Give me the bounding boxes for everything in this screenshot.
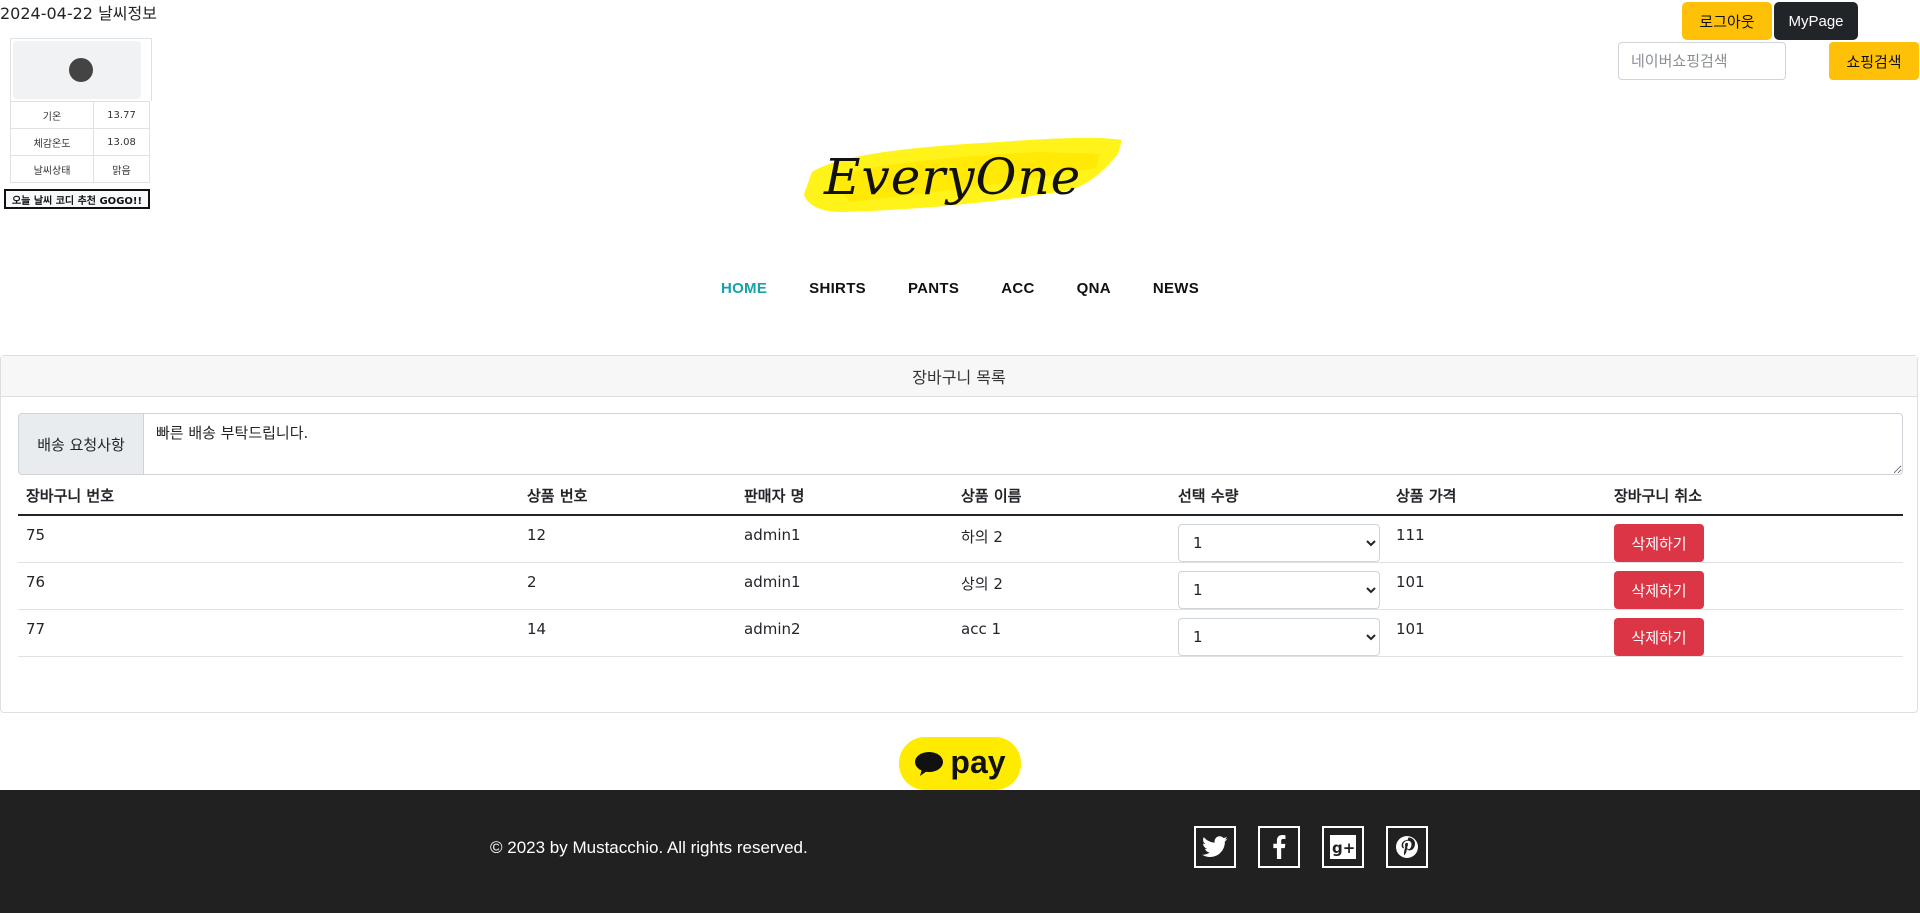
quantity-select[interactable]: 1: [1178, 571, 1380, 609]
delivery-request-group: 배송 요청사항 빠른 배송 부탁드립니다.: [18, 413, 1903, 475]
weather-value: 맑음: [93, 155, 150, 183]
seller-name: admin1: [736, 515, 953, 563]
quantity-cell: 1: [1170, 609, 1388, 657]
cart-table-header: 장바구니 번호 상품 번호 판매자 명 상품 이름 선택 수량 상품 가격 장바…: [18, 481, 1903, 516]
weather-label: 날씨상태: [10, 155, 94, 183]
weather-value: 13.08: [93, 128, 150, 156]
product-name: acc 1: [953, 609, 1170, 657]
product-price: 111: [1388, 515, 1606, 563]
weather-table: 기온 13.77 체감온도 13.08 날씨상태 맑음: [10, 101, 150, 183]
delete-cell: 삭제하기: [1606, 609, 1903, 657]
table-row: 76 2 admin1 상의 2 1 101 삭제하기: [18, 562, 1903, 610]
cart-no: 77: [18, 609, 519, 657]
svg-text:g+: g+: [1332, 839, 1355, 857]
product-no: 2: [519, 562, 736, 610]
logo-text: EveryOne: [823, 148, 1081, 206]
col-quantity: 선택 수량: [1170, 481, 1388, 516]
seller-name: admin2: [736, 609, 953, 657]
quantity-select[interactable]: 1: [1178, 524, 1380, 562]
weather-icon-cell: [10, 38, 152, 101]
delete-cell: 삭제하기: [1606, 562, 1903, 610]
mypage-button[interactable]: MyPage: [1774, 2, 1858, 40]
weather-label: 기온: [10, 101, 94, 129]
weather-label: 체감온도: [10, 128, 94, 156]
logo-graphic: EveryOne: [804, 137, 1122, 212]
weather-value: 13.77: [93, 101, 150, 129]
weather-widget: 기온 13.77 체감온도 13.08 날씨상태 맑음: [10, 38, 152, 183]
product-price: 101: [1388, 609, 1606, 657]
weather-row-feels: 체감온도 13.08: [10, 128, 150, 156]
delivery-request-textarea[interactable]: 빠른 배송 부탁드립니다.: [144, 413, 1903, 475]
kakao-pay-button[interactable]: pay: [899, 737, 1021, 790]
nav-acc[interactable]: ACC: [980, 280, 1055, 297]
table-row: 77 14 admin2 acc 1 1 101 삭제하기: [18, 609, 1903, 657]
weather-status-icon: [69, 58, 93, 82]
coordi-recommend-button[interactable]: 오늘 날씨 코디 추천 GOGO!!: [4, 189, 150, 209]
product-name: 상의 2: [953, 562, 1170, 610]
copyright-text: © 2023 by Mustacchio. All rights reserve…: [490, 838, 808, 857]
col-product-name: 상품 이름: [953, 481, 1170, 516]
cart-table: 장바구니 번호 상품 번호 판매자 명 상품 이름 선택 수량 상품 가격 장바…: [18, 481, 1903, 657]
delete-button[interactable]: 삭제하기: [1614, 571, 1704, 609]
footer: © 2023 by Mustacchio. All rights reserve…: [0, 790, 1920, 913]
cart-title: 장바구니 목록: [1, 356, 1917, 397]
delete-cell: 삭제하기: [1606, 515, 1903, 563]
main-nav: HOME SHIRTS PANTS ACC QNA NEWS: [0, 280, 1920, 297]
weather-title: 2024-04-22 날씨정보: [0, 4, 157, 23]
shopping-search-input[interactable]: [1618, 42, 1786, 80]
product-no: 12: [519, 515, 736, 563]
col-product-no: 상품 번호: [519, 481, 736, 516]
quantity-select[interactable]: 1: [1178, 618, 1380, 656]
nav-pants[interactable]: PANTS: [887, 280, 980, 297]
cart-card: 장바구니 목록 배송 요청사항 빠른 배송 부탁드립니다. 장바구니 번호 상품…: [0, 355, 1918, 713]
delete-button[interactable]: 삭제하기: [1614, 618, 1704, 656]
logo[interactable]: EveryOne: [800, 132, 1125, 216]
cart-no: 76: [18, 562, 519, 610]
cart-no: 75: [18, 515, 519, 563]
nav-home[interactable]: HOME: [700, 280, 788, 297]
delete-button[interactable]: 삭제하기: [1614, 524, 1704, 562]
google-plus-icon[interactable]: g+: [1322, 826, 1364, 868]
quantity-cell: 1: [1170, 515, 1388, 563]
nav-shirts[interactable]: SHIRTS: [788, 280, 887, 297]
table-row: 75 12 admin1 하의 2 1 111 삭제하기: [18, 515, 1903, 563]
logout-button[interactable]: 로그아웃: [1682, 2, 1772, 40]
speech-bubble-icon: [915, 751, 944, 776]
product-no: 14: [519, 609, 736, 657]
weather-row-status: 날씨상태 맑음: [10, 155, 150, 183]
nav-news[interactable]: NEWS: [1132, 280, 1220, 297]
col-cart-no: 장바구니 번호: [18, 481, 519, 516]
pay-label: pay: [950, 743, 1006, 780]
nav-qna[interactable]: QNA: [1056, 280, 1132, 297]
col-seller: 판매자 명: [736, 481, 953, 516]
weather-row-temp: 기온 13.77: [10, 101, 150, 129]
pinterest-icon[interactable]: [1386, 826, 1428, 868]
product-price: 101: [1388, 562, 1606, 610]
col-price: 상품 가격: [1388, 481, 1606, 516]
delivery-request-label: 배송 요청사항: [18, 413, 144, 475]
twitter-icon[interactable]: [1194, 826, 1236, 868]
quantity-cell: 1: [1170, 562, 1388, 610]
facebook-icon[interactable]: [1258, 826, 1300, 868]
seller-name: admin1: [736, 562, 953, 610]
product-name: 하의 2: [953, 515, 1170, 563]
shopping-search-button[interactable]: 쇼핑검색: [1829, 42, 1919, 80]
col-cancel: 장바구니 취소: [1606, 481, 1903, 516]
